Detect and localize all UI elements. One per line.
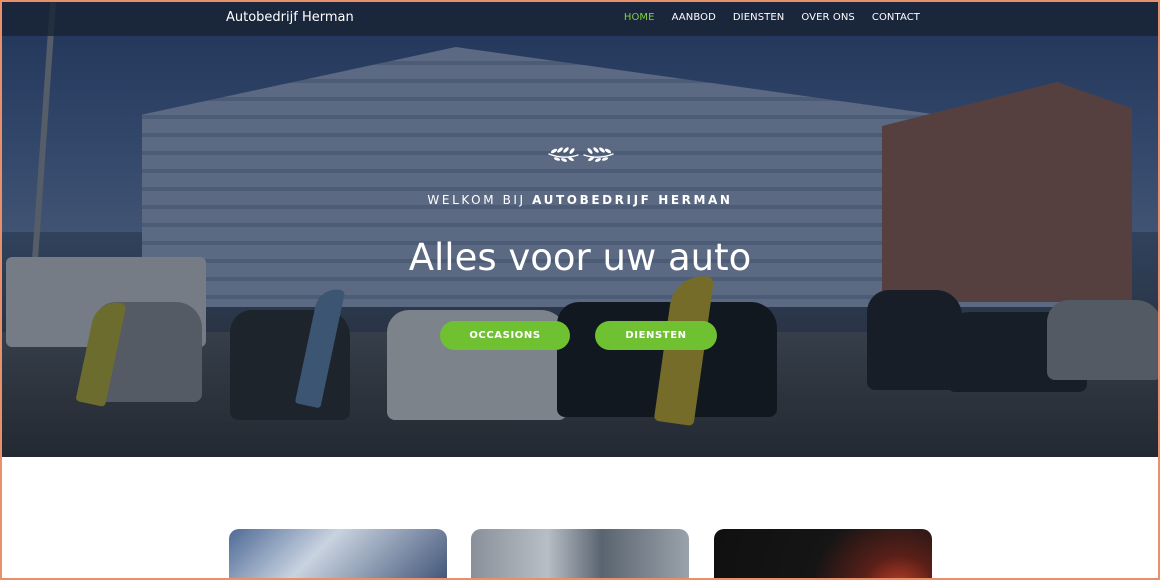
hero-section: WELKOM BIJ AUTOBEDRIJF HERMAN Alles voor… xyxy=(2,2,1158,457)
hero-welcome-text: WELKOM BIJ AUTOBEDRIJF HERMAN xyxy=(2,193,1158,207)
nav-menu: HOME AANBOD DIENSTEN OVER ONS CONTACT xyxy=(607,12,920,23)
hero-headline: Alles voor uw auto xyxy=(408,236,752,279)
occasions-button[interactable]: OCCASIONS xyxy=(440,321,570,350)
nav-item-aanbod[interactable]: AANBOD xyxy=(672,12,716,23)
nav-item-home[interactable]: HOME xyxy=(624,12,655,23)
welcome-prefix: WELKOM BIJ xyxy=(427,193,526,207)
nav-item-contact[interactable]: CONTACT xyxy=(872,12,920,23)
top-navbar: Autobedrijf Herman HOME AANBOD DIENSTEN … xyxy=(2,2,1158,36)
service-card-image[interactable] xyxy=(471,529,689,578)
service-card-image[interactable] xyxy=(714,529,932,578)
service-card-image[interactable] xyxy=(229,529,447,578)
welcome-company-name: AUTOBEDRIJF HERMAN xyxy=(532,193,733,207)
laurel-wreath-icon xyxy=(548,147,614,162)
hero-dark-overlay xyxy=(2,2,1158,457)
page-frame: WELKOM BIJ AUTOBEDRIJF HERMAN Alles voor… xyxy=(0,0,1160,580)
nav-item-diensten[interactable]: DIENSTEN xyxy=(733,12,785,23)
nav-item-over-ons[interactable]: OVER ONS xyxy=(801,12,854,23)
site-brand[interactable]: Autobedrijf Herman xyxy=(226,10,354,25)
diensten-button[interactable]: DIENSTEN xyxy=(595,321,717,350)
